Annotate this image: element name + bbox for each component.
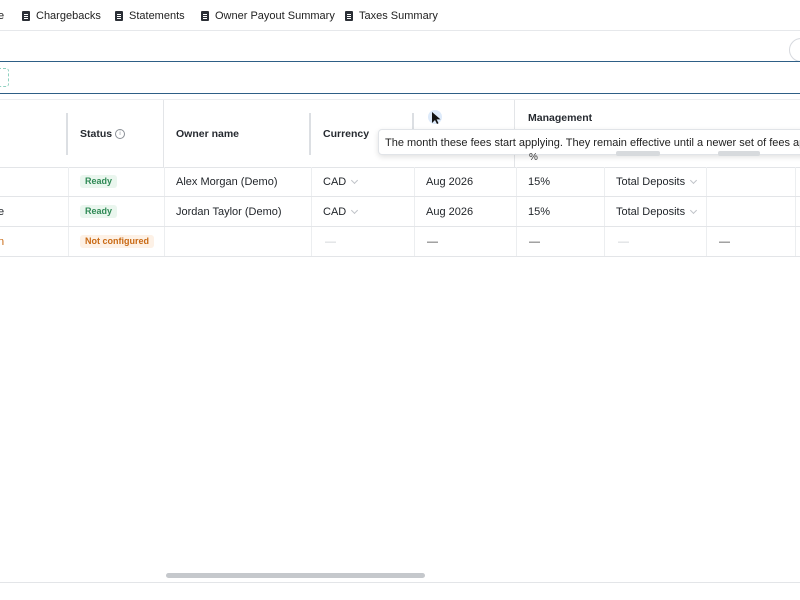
- status-badge: Not configured: [80, 235, 154, 248]
- column-resizer[interactable]: [309, 113, 311, 155]
- tabs-divider: [0, 30, 800, 31]
- status-header-label: Status: [80, 128, 113, 140]
- table-row[interactable]: n Not configured — — — — —: [0, 227, 800, 257]
- percent-subheader: %: [529, 152, 538, 163]
- cell-divider: [516, 167, 517, 196]
- start-month[interactable]: Aug 2026: [426, 176, 473, 188]
- cell-divider: [795, 197, 796, 226]
- owner-name: Alex Morgan (Demo): [176, 176, 278, 188]
- cell-divider: [706, 167, 707, 196]
- tab-partial[interactable]: e: [0, 9, 4, 23]
- cell-divider: [164, 167, 165, 196]
- owner-name: Jordan Taylor (Demo): [176, 206, 282, 218]
- cell-divider: [311, 167, 312, 196]
- management-percent[interactable]: 15%: [528, 176, 550, 188]
- cell-divider: [706, 227, 707, 256]
- search-bar: [0, 61, 800, 94]
- cell-divider: [516, 227, 517, 256]
- info-icon[interactable]: i: [115, 129, 126, 140]
- cell-divider: [311, 197, 312, 226]
- currency-select[interactable]: CAD: [323, 206, 359, 218]
- property-name-partial: n: [0, 236, 5, 248]
- cell-divider: [516, 197, 517, 226]
- obscured-subheader: [718, 151, 760, 156]
- table-row[interactable]: Ready Alex Morgan (Demo) CAD Aug 2026 15…: [0, 167, 800, 197]
- cell-divider: [795, 167, 796, 196]
- start-month-empty: —: [427, 236, 438, 248]
- extra-empty: —: [719, 236, 730, 248]
- tab-taxes-summary[interactable]: Taxes Summary: [345, 9, 438, 23]
- scrollbar-thumb[interactable]: [166, 573, 425, 578]
- tab-statements[interactable]: Statements: [115, 9, 185, 23]
- chevron-down-icon: [690, 206, 698, 215]
- cell-divider: [795, 227, 796, 256]
- basis-value: Total Deposits: [616, 206, 686, 218]
- cell-divider: [68, 197, 69, 226]
- tab-chargebacks[interactable]: Chargebacks: [22, 9, 101, 23]
- management-group-header: Management: [528, 112, 593, 124]
- owners-fees-table: Status i Owner name Currency Management R…: [0, 99, 800, 257]
- currency-header[interactable]: Currency: [323, 128, 369, 140]
- report-tabs: e Chargebacks Statements Owner Payout Su…: [0, 0, 800, 30]
- search-input[interactable]: [0, 68, 9, 87]
- currency-value: CAD: [323, 176, 347, 188]
- tab-label: e: [0, 10, 5, 22]
- cell-divider: [604, 197, 605, 226]
- cell-divider: [414, 197, 415, 226]
- basis-select[interactable]: Total Deposits: [616, 206, 698, 218]
- basis-value: Total Deposits: [616, 176, 686, 188]
- cell-divider: [706, 197, 707, 226]
- cell-divider: [414, 167, 415, 196]
- toolbar-circle-button[interactable]: [789, 38, 800, 62]
- mouse-cursor-icon: [428, 110, 442, 124]
- basis-select[interactable]: Total Deposits: [616, 176, 698, 188]
- tab-owner-payout-summary[interactable]: Owner Payout Summary: [201, 9, 335, 23]
- cell-divider: [604, 227, 605, 256]
- chevron-down-icon: [351, 206, 359, 215]
- chevron-down-icon: [351, 176, 359, 185]
- management-percent-empty: —: [529, 236, 540, 248]
- cell-divider: [68, 167, 69, 196]
- basis-empty: —: [618, 236, 629, 248]
- start-month[interactable]: Aug 2026: [426, 206, 473, 218]
- column-divider: [163, 100, 164, 167]
- management-percent[interactable]: 15%: [528, 206, 550, 218]
- tab-label: Taxes Summary: [359, 10, 438, 22]
- cell-divider: [164, 197, 165, 226]
- cell-divider: [164, 227, 165, 256]
- table-row[interactable]: e Ready Jordan Taylor (Demo) CAD Aug 202…: [0, 197, 800, 227]
- status-header[interactable]: Status i: [80, 128, 126, 140]
- tab-label: Owner Payout Summary: [215, 10, 335, 22]
- status-badge: Ready: [80, 175, 118, 188]
- tab-label: Chargebacks: [36, 10, 101, 22]
- footer-divider: [0, 582, 800, 583]
- obscured-subheader: [616, 151, 660, 156]
- currency-value: CAD: [323, 206, 347, 218]
- tab-label: Statements: [129, 10, 185, 22]
- owner-name-header[interactable]: Owner name: [176, 128, 239, 140]
- document-icon: [201, 11, 209, 21]
- document-icon: [115, 11, 123, 21]
- currency-select[interactable]: CAD: [323, 176, 359, 188]
- cell-divider: [414, 227, 415, 256]
- status-badge: Ready: [80, 205, 118, 218]
- currency-empty: —: [325, 236, 336, 248]
- chevron-down-icon: [690, 176, 698, 185]
- column-resizer[interactable]: [66, 113, 68, 155]
- cell-divider: [604, 167, 605, 196]
- property-name-partial: e: [0, 206, 5, 218]
- cell-divider: [68, 227, 69, 256]
- document-icon: [345, 11, 353, 21]
- cell-divider: [311, 227, 312, 256]
- document-icon: [22, 11, 30, 21]
